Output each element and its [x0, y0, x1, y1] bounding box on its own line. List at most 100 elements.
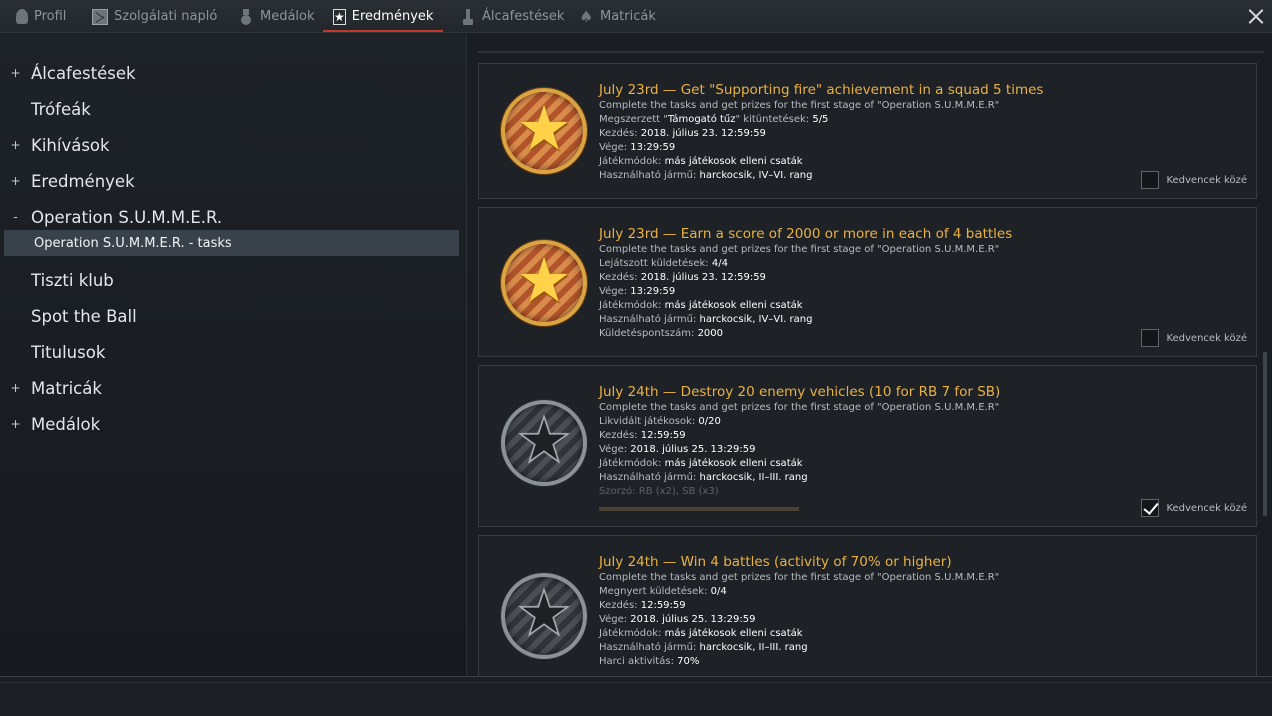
bottom-bar: [0, 676, 1272, 716]
star-icon: ★: [515, 403, 572, 477]
brush-icon: [460, 8, 476, 25]
task-title: July 24th — Destroy 20 enemy vehicles (1…: [599, 384, 1001, 400]
checkbox[interactable]: [1141, 329, 1160, 347]
favorite-label: Kedvencek közé: [1166, 332, 1247, 344]
tab-eredmenyek[interactable]: ★ Eredmények: [323, 0, 443, 33]
task-description: Complete the tasks and get prizes for th…: [599, 244, 1000, 255]
favorite-label: Kedvencek közé: [1166, 174, 1247, 186]
sidebar-item-alcafestesek[interactable]: + Álcafestések: [0, 58, 460, 88]
sidebar-item-tiszti-klub[interactable]: Tiszti klub: [0, 265, 460, 295]
expand-icon[interactable]: +: [0, 66, 31, 80]
task-detail: Vége: 2018. július 25. 13:29:59: [599, 444, 756, 455]
scrollbar[interactable]: [1263, 352, 1267, 516]
tab-alcafestesek[interactable]: Álcafestések: [450, 0, 574, 33]
star-icon: ★: [515, 576, 572, 650]
sidebar-item-eredmenyek[interactable]: + Eredmények: [0, 166, 460, 196]
tab-label: Profil: [34, 9, 67, 24]
tab-matricak[interactable]: Matricák: [568, 0, 666, 33]
task-detail: Használható jármű: harckocsik, IV–VI. ra…: [599, 170, 813, 181]
task-detail: Játékmódok: más játékosok elleni csaták: [599, 156, 803, 167]
favorite-checkbox[interactable]: Kedvencek közé: [1141, 329, 1247, 347]
medal-icon: [238, 8, 254, 25]
task-title: July 24th — Win 4 battles (activity of 7…: [599, 554, 952, 570]
sidebar-item-label: Trófeák: [31, 99, 91, 119]
sidebar-item-matricak[interactable]: + Matricák: [0, 373, 460, 403]
multiplier-text: Szorzó: RB (x2), SB (x3): [599, 486, 719, 497]
favorite-checkbox[interactable]: Kedvencek közé: [1141, 499, 1247, 517]
sidebar-item-operation-summer-tasks[interactable]: Operation S.U.M.M.E.R. - tasks: [4, 230, 459, 256]
task-detail: Kezdés: 2018. július 23. 12:59:59: [599, 272, 766, 283]
diary-icon: [92, 8, 108, 25]
favorite-checkbox[interactable]: Kedvencek közé: [1141, 171, 1247, 189]
star-icon: ★: [333, 8, 346, 25]
sidebar-item-titulusok[interactable]: Titulusok: [0, 337, 460, 367]
sidebar-item-label: Kihívások: [31, 135, 110, 155]
checkbox[interactable]: [1141, 171, 1160, 189]
tab-szolgalati-naplo[interactable]: Szolgálati napló: [82, 0, 227, 33]
close-icon[interactable]: [1246, 6, 1266, 26]
tab-label: Álcafestések: [482, 9, 565, 24]
expand-icon[interactable]: +: [0, 138, 31, 152]
tab-label: Szolgálati napló: [114, 9, 218, 24]
collapse-icon[interactable]: -: [0, 210, 31, 224]
sidebar-item-operation-summer[interactable]: - Operation S.U.M.M.E.R.: [0, 202, 460, 232]
decal-icon: [578, 7, 594, 26]
task-detail: Küldetéspontszám: 2000: [599, 328, 724, 339]
task-detail: Megszerzett "Támogató tűz" kitüntetések:…: [599, 114, 829, 125]
top-tab-bar: Profil Szolgálati napló Medálok ★ Eredmé…: [0, 0, 1272, 33]
star-icon: ★: [516, 91, 572, 165]
task-card: ★ July 24th — Destroy 20 enemy vehicles …: [478, 365, 1257, 527]
task-detail: Kezdés: 2018. július 23. 12:59:59: [599, 128, 766, 139]
expand-icon[interactable]: +: [0, 381, 31, 395]
task-detail: Játékmódok: más játékosok elleni csaták: [599, 628, 803, 639]
task-detail: Vége: 13:29:59: [599, 142, 676, 153]
task-detail: Lejátszott küldetések: 4/4: [599, 258, 728, 269]
task-card: ★ July 23rd — Earn a score of 2000 or mo…: [478, 207, 1257, 357]
progress-bar: [599, 507, 799, 511]
task-card: ★ July 24th — Win 4 battles (activity of…: [478, 535, 1257, 676]
sidebar-item-label: Tiszti klub: [31, 270, 114, 290]
tab-label: Medálok: [260, 9, 315, 24]
task-title: July 23rd — Get "Supporting fire" achiev…: [599, 82, 1044, 98]
task-detail: Használható jármű: harckocsik, IV–VI. ra…: [599, 314, 813, 325]
tab-label: Eredmények: [351, 9, 434, 24]
sidebar-item-label: Medálok: [31, 414, 101, 434]
pending-task-badge: ★: [501, 573, 587, 659]
task-detail: Megnyert küldetések: 0/4: [599, 586, 727, 597]
checkbox-checked[interactable]: [1141, 499, 1160, 517]
task-detail: Vége: 13:29:59: [599, 286, 676, 297]
task-title: July 23rd — Earn a score of 2000 or more…: [599, 226, 1013, 242]
task-detail: Játékmódok: más játékosok elleni csaták: [599, 458, 803, 469]
pending-task-badge: ★: [501, 400, 587, 486]
tab-profil[interactable]: Profil: [6, 0, 76, 33]
expand-icon[interactable]: +: [0, 174, 31, 188]
task-card: ★ July 23rd — Get "Supporting fire" achi…: [478, 63, 1257, 199]
sidebar-item-label: Titulusok: [31, 342, 106, 362]
task-description: Complete the tasks and get prizes for th…: [599, 100, 1000, 111]
task-detail: Vége: 2018. július 25. 13:29:59: [599, 614, 756, 625]
sidebar-item-label: Spot the Ball: [31, 306, 137, 326]
sidebar-item-label: Operation S.U.M.M.E.R. - tasks: [34, 235, 232, 251]
completed-task-badge: ★: [501, 240, 587, 326]
task-detail: Likvidált játékosok: 0/20: [599, 416, 721, 427]
task-detail: Használható jármű: harckocsik, II–III. r…: [599, 472, 808, 483]
tab-medalok[interactable]: Medálok: [228, 0, 325, 33]
task-list[interactable]: ★ July 23rd — Get "Supporting fire" achi…: [468, 34, 1272, 676]
divider: [478, 51, 1264, 53]
sidebar-item-label: Eredmények: [31, 171, 135, 191]
profile-icon: [16, 9, 28, 24]
sidebar-item-medalok[interactable]: + Medálok: [0, 409, 460, 439]
task-description: Complete the tasks and get prizes for th…: [599, 572, 1000, 583]
task-detail: Harci aktivitás: 70%: [599, 656, 700, 667]
completed-task-badge: ★: [501, 88, 587, 174]
favorite-label: Kedvencek közé: [1166, 502, 1247, 514]
task-detail: Kezdés: 12:59:59: [599, 430, 686, 441]
task-description: Complete the tasks and get prizes for th…: [599, 402, 1000, 413]
sidebar-item-spot-the-ball[interactable]: Spot the Ball: [0, 301, 460, 331]
tab-label: Matricák: [600, 9, 656, 24]
sidebar-item-kihivasok[interactable]: + Kihívások: [0, 130, 460, 160]
sidebar-item-label: Matricák: [31, 378, 102, 398]
expand-icon[interactable]: +: [0, 417, 31, 431]
sidebar-item-trofeak[interactable]: Trófeák: [0, 94, 460, 124]
task-detail: Kezdés: 12:59:59: [599, 600, 686, 611]
